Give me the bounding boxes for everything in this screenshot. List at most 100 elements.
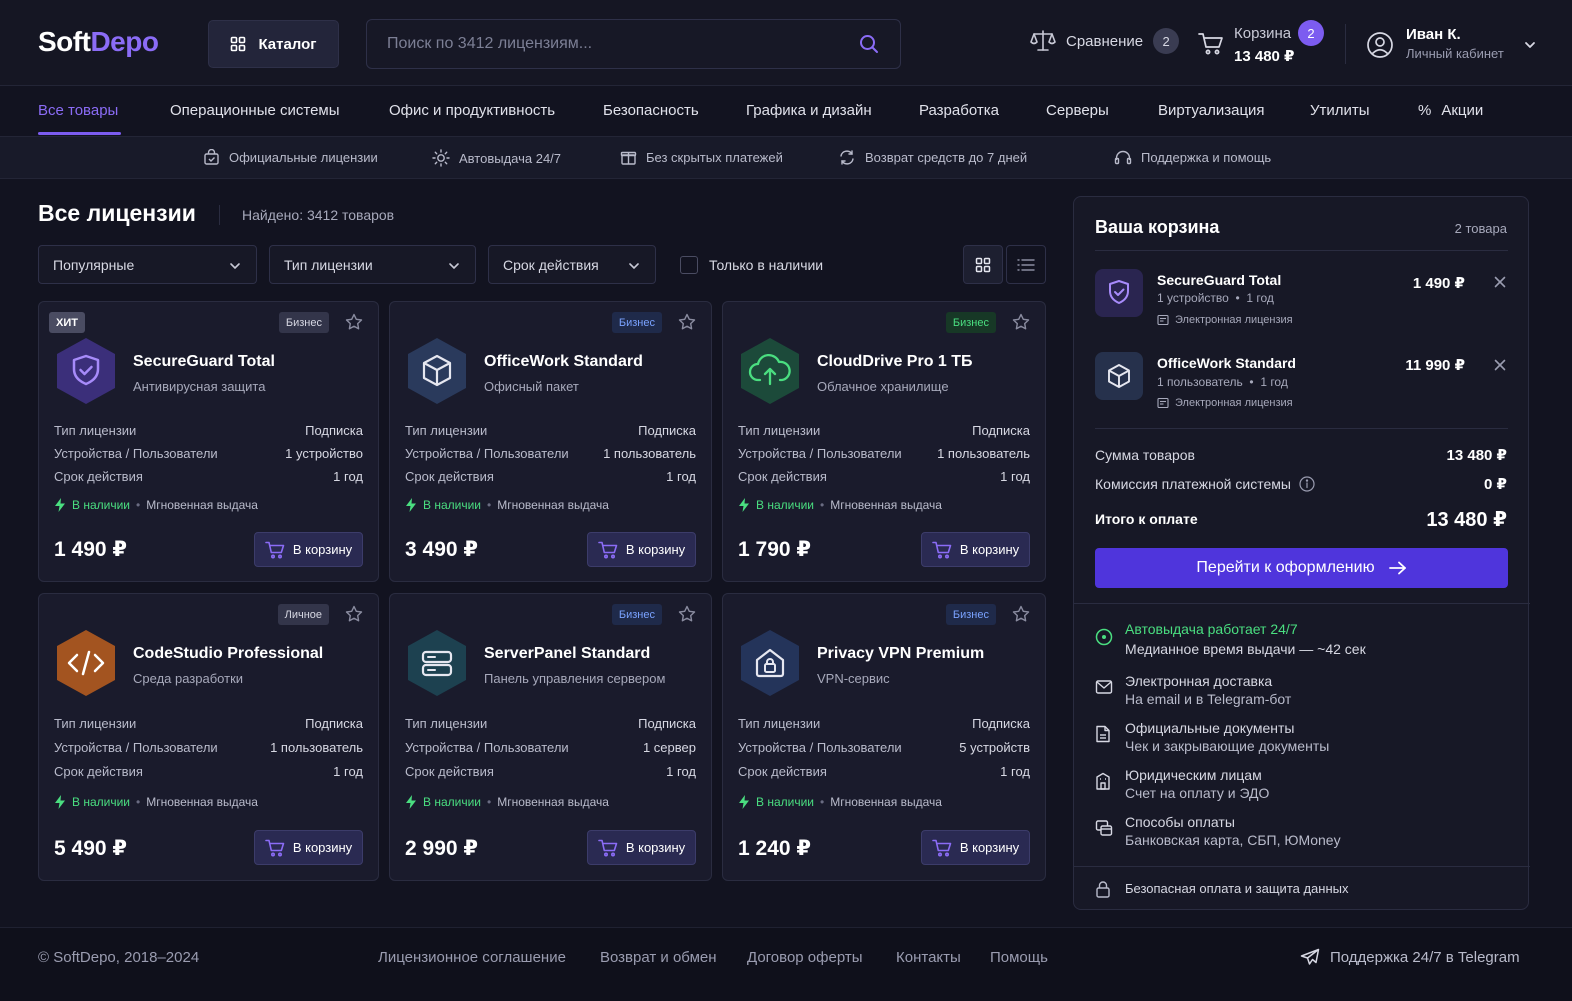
nav-all-products[interactable]: Все товары bbox=[38, 102, 118, 119]
product-price: 1 790 ₽ bbox=[738, 538, 811, 561]
feature-official: Официальные лицензии bbox=[203, 149, 378, 166]
footer-link-contacts[interactable]: Контакты bbox=[896, 949, 961, 966]
compare-count-badge: 2 bbox=[1153, 28, 1180, 54]
nav-virtualization[interactable]: Виртуализация bbox=[1158, 102, 1265, 119]
title-divider bbox=[219, 205, 220, 225]
cart-icon bbox=[265, 541, 285, 559]
add-to-cart-button[interactable]: В корзину bbox=[921, 532, 1030, 567]
chevron-down-icon bbox=[228, 259, 242, 273]
compare-button[interactable]: Сравнение 2 bbox=[1030, 28, 1180, 54]
add-to-cart-button[interactable]: В корзину bbox=[254, 830, 363, 865]
fee-label: Комиссия платежной системы bbox=[1095, 476, 1315, 492]
footer-link-help[interactable]: Помощь bbox=[990, 949, 1048, 966]
star-icon[interactable] bbox=[678, 313, 696, 331]
spec-label: Устройства / Пользователи bbox=[54, 446, 218, 461]
product-name[interactable]: Privacy VPN Premium bbox=[817, 645, 984, 663]
spec-value: 1 год bbox=[1000, 469, 1030, 484]
add-to-cart-button[interactable]: В корзину bbox=[254, 532, 363, 567]
header-cart-button[interactable]: Корзина 13 480 ₽ 2 bbox=[1198, 20, 1338, 68]
close-icon[interactable] bbox=[1494, 276, 1506, 288]
nav-graphics[interactable]: Графика и дизайн bbox=[746, 102, 872, 119]
license-tag: Бизнес bbox=[945, 604, 996, 625]
nav-security[interactable]: Безопасность bbox=[603, 102, 699, 119]
in-stock-checkbox[interactable] bbox=[680, 256, 698, 274]
product-name[interactable]: OfficeWork Standard bbox=[484, 353, 643, 371]
grid-view-button[interactable] bbox=[963, 245, 1003, 284]
catalog-button[interactable]: Каталог bbox=[208, 20, 339, 68]
search-icon[interactable] bbox=[858, 33, 880, 55]
nav-office[interactable]: Офис и продуктивность bbox=[389, 102, 555, 119]
stock-status: В наличии • Мгновенная выдача bbox=[738, 795, 942, 809]
add-to-cart-button[interactable]: В корзину bbox=[587, 532, 696, 567]
search-input[interactable] bbox=[367, 20, 837, 68]
features-strip: Официальные лицензии Автовыдача 24/7 Без… bbox=[0, 137, 1572, 179]
cart-icon bbox=[598, 839, 618, 857]
nav-utilities[interactable]: Утилиты bbox=[1310, 102, 1370, 119]
add-to-cart-button[interactable]: В корзину bbox=[587, 830, 696, 865]
cart-item-name[interactable]: OfficeWork Standard bbox=[1157, 355, 1296, 371]
footer-link-license[interactable]: Лицензионное соглашение bbox=[378, 949, 566, 966]
checkout-button[interactable]: Перейти к оформлению bbox=[1095, 548, 1508, 588]
nav-promotions[interactable]: % Акции bbox=[1418, 102, 1483, 119]
subtotal-value: 13 480 ₽ bbox=[1446, 447, 1507, 464]
spec-label: Устройства / Пользователи bbox=[405, 446, 569, 461]
cart-item-name[interactable]: SecureGuard Total bbox=[1157, 272, 1281, 288]
cart-icon bbox=[598, 541, 618, 559]
close-icon[interactable] bbox=[1494, 359, 1506, 371]
category-nav: Все товары Операционные системы Офис и п… bbox=[0, 86, 1572, 137]
product-name[interactable]: SecureGuard Total bbox=[133, 353, 275, 371]
user-avatar-icon bbox=[1366, 31, 1394, 59]
product-card[interactable]: Бизнес ServerPanel Standard Панель управ… bbox=[389, 593, 712, 881]
site-header: SoftDepo Каталог Сравнение 2 Корзина 13 … bbox=[0, 0, 1572, 86]
product-name[interactable]: CloudDrive Pro 1 ТБ bbox=[817, 353, 973, 371]
percent-icon: % bbox=[1418, 102, 1432, 119]
star-icon[interactable] bbox=[678, 605, 696, 623]
bag-check-icon bbox=[203, 149, 220, 166]
star-icon[interactable] bbox=[345, 605, 363, 623]
term-select[interactable]: Срок действия bbox=[488, 245, 656, 284]
spec-label: Тип лицензии bbox=[405, 716, 488, 731]
feature-no-hidden-fees: Без скрытых платежей bbox=[620, 149, 783, 166]
product-card[interactable]: ХИТ Бизнес SecureGuard Total Антивирусна… bbox=[38, 301, 379, 582]
spec-label: Тип лицензии bbox=[405, 423, 488, 438]
spec-value: Подписка bbox=[305, 423, 363, 438]
product-card[interactable]: Бизнес Privacy VPN Premium VPN-сервис Ти… bbox=[722, 593, 1046, 881]
product-name[interactable]: ServerPanel Standard bbox=[484, 645, 650, 663]
product-category: VPN-сервис bbox=[817, 671, 890, 686]
add-to-cart-button[interactable]: В корзину bbox=[921, 830, 1030, 865]
license-tag: Бизнес bbox=[278, 312, 329, 333]
product-name[interactable]: CodeStudio Professional bbox=[133, 645, 323, 663]
list-view-button[interactable] bbox=[1006, 245, 1046, 284]
product-category: Среда разработки bbox=[133, 671, 244, 686]
clock-check-icon bbox=[1095, 628, 1113, 646]
logo[interactable]: SoftDepo bbox=[38, 26, 159, 58]
license-type-select[interactable]: Тип лицензии bbox=[269, 245, 476, 284]
divider bbox=[1095, 250, 1508, 251]
in-stock-label[interactable]: Только в наличии bbox=[709, 257, 823, 273]
product-card[interactable]: Бизнес CloudDrive Pro 1 ТБ Облачное хран… bbox=[722, 301, 1046, 582]
cart-item-count: 2 товара bbox=[1454, 221, 1507, 236]
divider bbox=[1074, 866, 1530, 867]
telegram-support-link[interactable]: Поддержка 24/7 в Telegram bbox=[1300, 948, 1520, 966]
star-icon[interactable] bbox=[1012, 605, 1030, 623]
vpn-lock-icon bbox=[738, 628, 802, 698]
document-icon bbox=[1095, 725, 1111, 743]
user-name: Иван К. bbox=[1406, 26, 1461, 43]
sort-select[interactable]: Популярные bbox=[38, 245, 257, 284]
info-icon[interactable] bbox=[1299, 476, 1315, 492]
nav-servers[interactable]: Серверы bbox=[1046, 102, 1109, 119]
star-icon[interactable] bbox=[1012, 313, 1030, 331]
license-tag: Бизнес bbox=[611, 604, 662, 625]
spec-value: Подписка bbox=[638, 716, 696, 731]
footer-link-offer[interactable]: Договор оферты bbox=[747, 949, 863, 966]
nav-development[interactable]: Разработка bbox=[919, 102, 999, 119]
user-menu[interactable]: Иван К. Личный кабинет bbox=[1366, 26, 1541, 66]
header-divider bbox=[1345, 24, 1346, 64]
footer-link-returns[interactable]: Возврат и обмен bbox=[600, 949, 717, 966]
product-card[interactable]: Личное CodeStudio Professional Среда раз… bbox=[38, 593, 379, 881]
star-icon[interactable] bbox=[345, 313, 363, 331]
spec-value: Подписка bbox=[305, 716, 363, 731]
product-card[interactable]: Бизнес OfficeWork Standard Офисный пакет… bbox=[389, 301, 712, 582]
spec-value: 1 пользователь bbox=[603, 446, 696, 461]
nav-operating-systems[interactable]: Операционные системы bbox=[170, 102, 340, 119]
